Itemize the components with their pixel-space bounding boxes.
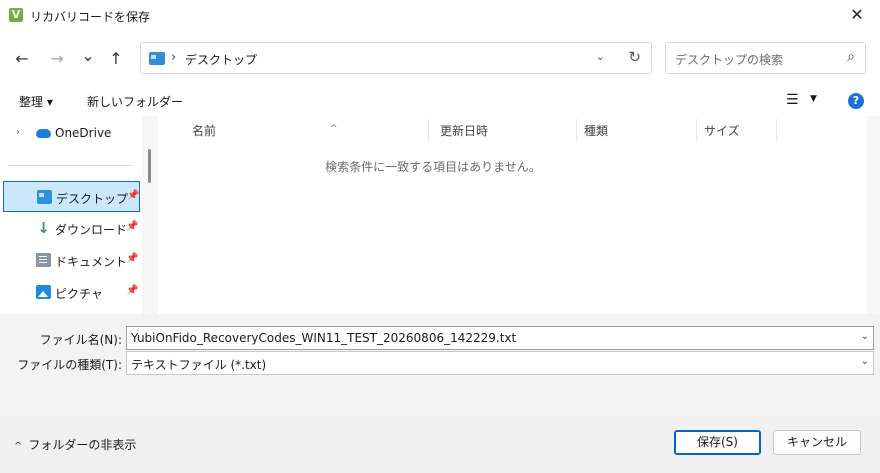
sidebar-item-label: デスクトップ [56, 192, 129, 206]
up-button[interactable]: ↑ [104, 47, 128, 71]
chevron-down-icon: ⌄ [81, 46, 95, 65]
chevron-down-icon[interactable]: ⌄ [861, 356, 869, 367]
search-placeholder: デスクトップの検索 [675, 53, 784, 67]
sidebar-divider [8, 165, 132, 166]
file-type-select[interactable]: テキストファイル (*.txt) ⌄ [126, 351, 874, 375]
file-type-value: テキストファイル (*.txt) [131, 358, 267, 372]
column-header-type[interactable]: 種類 [576, 119, 696, 143]
save-button[interactable]: 保存(S) [674, 430, 761, 455]
pin-icon: 📌 [127, 190, 140, 201]
column-header-size[interactable]: サイズ [696, 119, 776, 143]
forward-button[interactable]: → [45, 47, 69, 71]
file-list[interactable]: 名前 ^ 更新日時 種類 サイズ 検索条件に一致する項目はありません。 [158, 116, 867, 314]
pin-icon: 📌 [126, 253, 139, 264]
pin-icon: 📌 [126, 285, 139, 296]
new-folder-button[interactable]: 新しいフォルダー [87, 93, 183, 110]
download-icon: ↓ [37, 219, 50, 237]
file-name-label: ファイル名(N): [39, 333, 122, 347]
sidebar-item-onedrive[interactable]: › OneDrive [3, 118, 140, 149]
sidebar-item-label: ピクチャ [55, 287, 103, 301]
sidebar-item-downloads[interactable]: ↓ ダウンロード 📌 [3, 213, 140, 244]
close-button[interactable]: ✕ [834, 0, 880, 30]
column-header-name[interactable]: 名前 ^ [184, 119, 428, 143]
sidebar-scrollbar[interactable] [142, 116, 158, 314]
chevron-right-icon[interactable]: › [16, 127, 20, 138]
search-input[interactable]: デスクトップの検索 ⌕ [665, 42, 866, 74]
navigation-bar: ← → ⌄ ↑ › デスクトップ ⌄ ↻ デスクトップの検索 ⌕ [0, 30, 880, 86]
column-divider[interactable] [428, 119, 429, 141]
document-icon [36, 253, 51, 267]
sidebar-item-pictures[interactable]: ピクチャ 📌 [3, 277, 140, 308]
address-bar[interactable]: › デスクトップ ⌄ ↻ [140, 42, 652, 74]
empty-folder-message: 検索条件に一致する項目はありません。 [325, 160, 541, 174]
breadcrumb-separator: › [171, 50, 177, 65]
desktop-icon [37, 190, 52, 204]
back-arrow-icon: ← [15, 49, 29, 68]
close-icon: ✕ [850, 5, 864, 24]
chevron-up-icon: ^ [14, 441, 23, 452]
forward-arrow-icon: → [50, 49, 64, 68]
hide-folders-button[interactable]: ^ フォルダーの非表示 [14, 436, 136, 453]
address-dropdown-icon[interactable]: ⌄ [596, 50, 605, 63]
sidebar-item-documents[interactable]: ドキュメント 📌 [3, 245, 140, 276]
file-name-input[interactable]: YubiOnFido_RecoveryCodes_WIN11_TEST_2026… [126, 326, 874, 350]
cloud-icon [36, 129, 51, 138]
column-header-modified[interactable]: 更新日時 [432, 119, 576, 143]
cancel-button[interactable]: キャンセル [773, 430, 861, 455]
pin-icon: 📌 [126, 221, 139, 232]
sidebar-scroll-thumb[interactable] [148, 149, 151, 183]
recent-locations-button[interactable]: ⌄ [76, 44, 100, 68]
sort-ascending-icon: ^ [330, 124, 338, 134]
view-dropdown-icon[interactable]: ▼ [810, 94, 817, 104]
breadcrumb-desktop[interactable]: デスクトップ [185, 51, 257, 68]
back-button[interactable]: ← [10, 47, 34, 71]
window-title: リカバリコードを保存 [30, 10, 151, 24]
help-icon[interactable]: ? [848, 93, 864, 109]
sidebar-item-desktop[interactable]: デスクトップ 📌 [3, 181, 140, 212]
sidebar-item-label: ドキュメント [55, 255, 128, 269]
navigation-pane: › OneDrive デスクトップ 📌 ↓ ダウンロード 📌 ドキュメント 📌 … [0, 116, 158, 314]
up-arrow-icon: ↑ [109, 49, 123, 68]
file-details-panel: ファイル名(N): YubiOnFido_RecoveryCodes_WIN11… [0, 314, 880, 416]
view-options-icon[interactable]: ☰ [786, 92, 799, 108]
file-name-value: YubiOnFido_RecoveryCodes_WIN11_TEST_2026… [131, 331, 517, 345]
column-divider[interactable] [776, 119, 777, 141]
sidebar-item-label: OneDrive [55, 126, 112, 140]
sidebar-item-label: ダウンロード [55, 223, 128, 237]
refresh-icon[interactable]: ↻ [628, 48, 641, 66]
desktop-folder-icon [149, 52, 165, 65]
dialog-footer: ^ フォルダーの非表示 保存(S) キャンセル [0, 416, 880, 473]
content-scrollbar[interactable] [867, 116, 880, 314]
organize-button[interactable]: 整理 ▾ [19, 93, 53, 110]
app-icon: V [9, 8, 23, 22]
column-name-label: 名前 [192, 124, 217, 138]
pictures-icon [36, 285, 51, 299]
file-type-label: ファイルの種類(T): [17, 358, 122, 372]
hide-folders-label: フォルダーの非表示 [28, 438, 137, 452]
title-bar: V リカバリコードを保存 ✕ [0, 0, 880, 30]
command-toolbar: 整理 ▾ 新しいフォルダー ☰ ▼ ? [0, 86, 880, 116]
chevron-down-icon[interactable]: ⌄ [861, 331, 869, 342]
search-icon[interactable]: ⌕ [847, 49, 855, 65]
